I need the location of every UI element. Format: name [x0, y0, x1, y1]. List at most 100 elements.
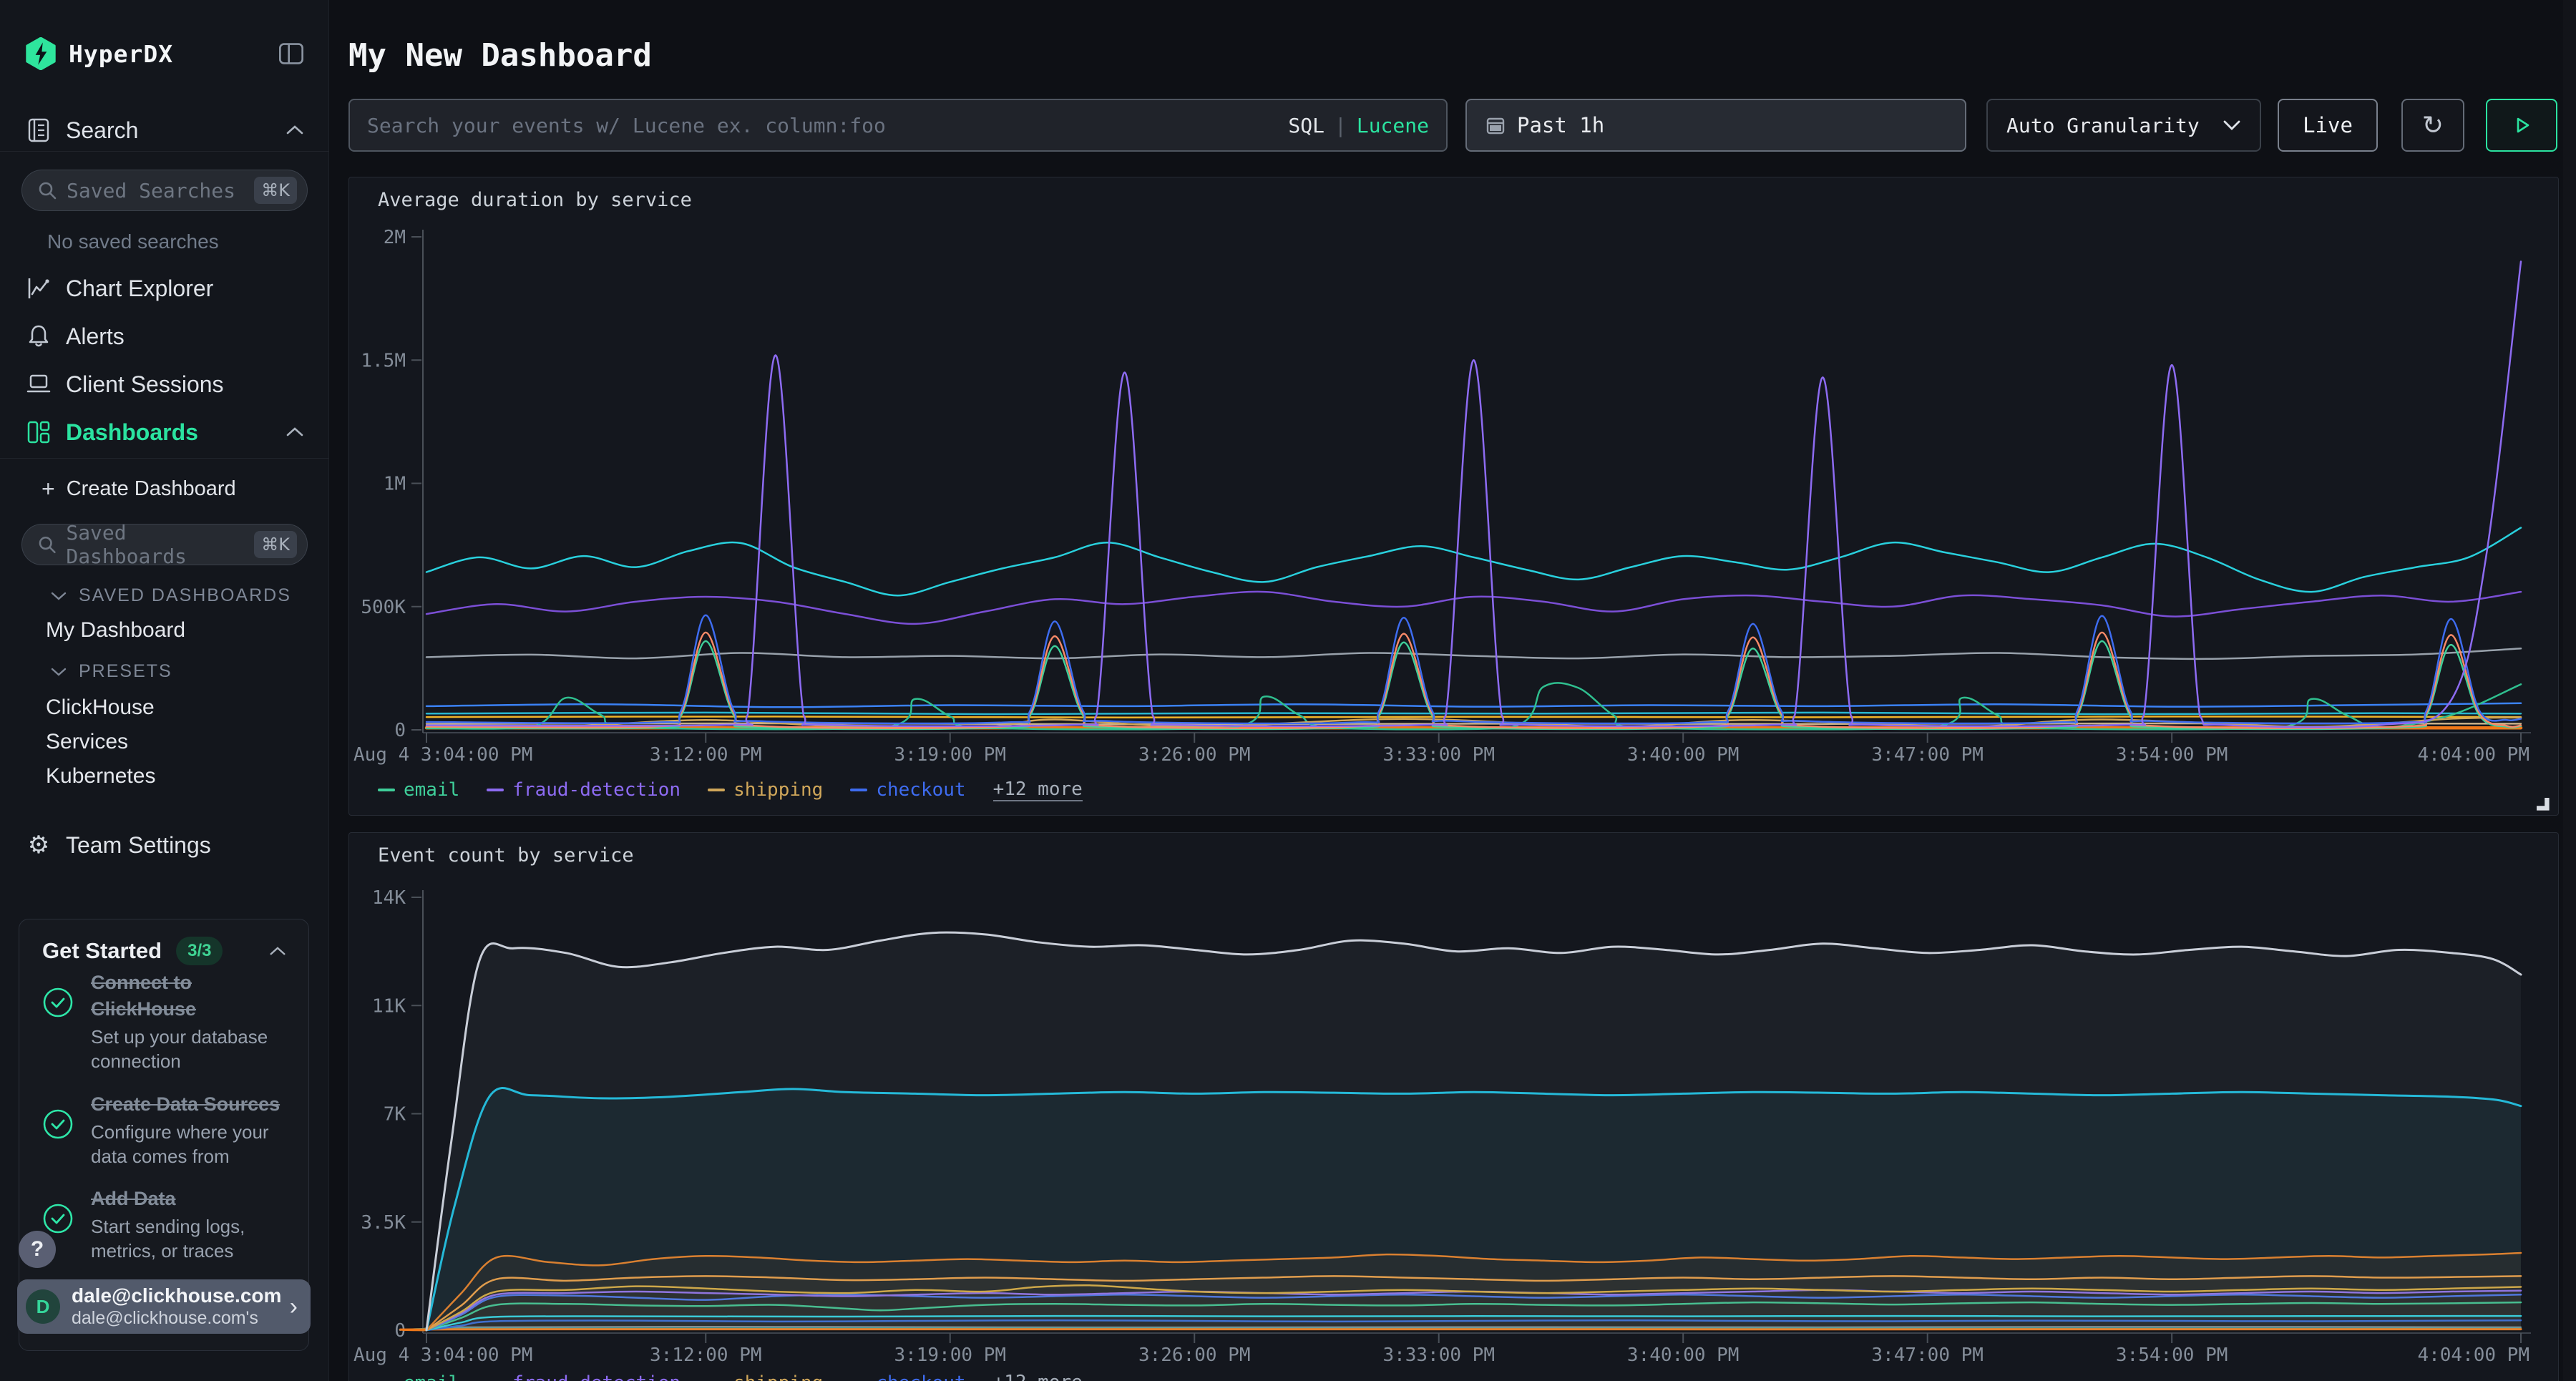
get-started-item-add-data[interactable]: Add Data Start sending logs, metrics, or… [42, 1186, 293, 1263]
get-started-item-connect[interactable]: Connect to ClickHouse Set up your databa… [42, 970, 293, 1073]
x-axis-tick-label: 3:19:00 PM [894, 744, 1006, 766]
shortcut-badge: ⌘K [254, 531, 297, 558]
gear-icon: ⚙ [26, 831, 52, 859]
sidebar-link-kubernetes[interactable]: Kubernetes [46, 764, 155, 789]
resize-handle-icon[interactable] [2534, 795, 2550, 811]
y-axis-tick-label: 500K [361, 597, 406, 618]
time-range-picker[interactable]: Past 1h [1465, 99, 1966, 152]
legend-dash-icon [708, 789, 725, 791]
chevron-down-icon [50, 666, 67, 678]
legend-dash-icon [850, 789, 867, 791]
legend-item-fraud-detection[interactable]: fraud-detection [487, 1372, 680, 1381]
legend-item-shipping[interactable]: shipping [708, 1372, 823, 1381]
x-axis-tick-label: Aug 4 3:04:00 PM [353, 1345, 532, 1366]
y-axis-tick-label: 0 [394, 1320, 406, 1342]
event-search-placeholder: Search your events w/ Lucene ex. column:… [367, 114, 886, 137]
live-button[interactable]: Live [2278, 99, 2378, 152]
check-circle-icon [42, 987, 75, 1073]
legend-item-shipping[interactable]: shipping [708, 779, 823, 801]
main-content: My New Dashboard Search your events w/ L… [330, 0, 2562, 1381]
search-section-icon [26, 117, 52, 143]
series-other-gold-flat [426, 716, 2521, 717]
legend-more-link[interactable]: +12 more [993, 1372, 1083, 1381]
create-dashboard-button[interactable]: + Create Dashboard [42, 476, 236, 502]
run-query-button[interactable] [2486, 99, 2557, 152]
get-started-header[interactable]: Get Started 3/3 [42, 937, 287, 965]
chevron-down-icon [2223, 119, 2241, 131]
series-other-cyan [426, 528, 2521, 596]
get-started-item-title: Connect to ClickHouse [91, 970, 293, 1023]
x-axis-tick-label: 4:04:00 PM [2417, 1345, 2529, 1366]
shortcut-badge: ⌘K [254, 177, 297, 204]
chevron-up-icon[interactable] [285, 426, 305, 439]
x-axis-tick-label: 3:19:00 PM [894, 1345, 1006, 1366]
sidebar-item-search[interactable]: Search [0, 109, 329, 151]
legend-label: checkout [876, 1372, 965, 1381]
chevron-up-icon[interactable] [285, 124, 305, 137]
sidebar-item-team-settings[interactable]: ⚙ Team Settings [0, 824, 329, 866]
chart-panel-average-duration: Average duration by service 0500K1M1.5M2… [348, 177, 2559, 816]
legend-label: email [404, 1372, 459, 1381]
sidebar-item-alerts[interactable]: Alerts [0, 316, 329, 357]
legend-item--12-more[interactable]: +12 more [993, 1372, 1083, 1381]
search-icon [38, 181, 57, 200]
legend-item-checkout[interactable]: checkout [850, 779, 965, 801]
sidebar-link-my-dashboard[interactable]: My Dashboard [46, 618, 185, 643]
chart-explorer-icon [26, 276, 52, 301]
legend-label: fraud-detection [512, 1372, 680, 1381]
legend-item--12-more[interactable]: +12 more [993, 779, 1083, 801]
chevron-up-icon[interactable] [268, 945, 287, 957]
sidebar-link-clickhouse[interactable]: ClickHouse [46, 696, 155, 720]
get-started-title: Get Started [42, 938, 162, 964]
help-button[interactable]: ? [19, 1231, 56, 1268]
refresh-icon: ↻ [2422, 111, 2444, 140]
saved-searches-placeholder: Saved Searches [67, 179, 235, 202]
x-axis-tick-label: 3:33:00 PM [1382, 1345, 1495, 1366]
y-axis-tick-label: 11K [372, 995, 406, 1017]
bell-icon [26, 324, 52, 348]
sidebar-item-client-sessions[interactable]: Client Sessions [0, 363, 329, 405]
legend-dash-icon [487, 789, 504, 791]
legend-item-email[interactable]: email [378, 1372, 459, 1381]
sidebar-link-services[interactable]: Services [46, 730, 128, 754]
sidebar-collapse-icon[interactable] [278, 40, 305, 67]
y-axis-tick-label: 14K [372, 887, 406, 909]
legend-label: checkout [876, 779, 965, 801]
series-other-purple [426, 592, 2521, 624]
granularity-select[interactable]: Auto Granularity [1986, 99, 2261, 152]
get-started-item-title: Create Data Sources [91, 1091, 293, 1118]
event-count-chart[interactable]: 03.5K7K11K14KAug 4 3:04:00 PM3:12:00 PM3… [349, 833, 2560, 1366]
x-axis-tick-label: 3:12:00 PM [650, 744, 762, 766]
dashboards-grid-icon [26, 420, 52, 444]
legend-item-email[interactable]: email [378, 779, 459, 801]
presets-section-header[interactable]: PRESETS [50, 661, 172, 682]
get-started-item-datasources[interactable]: Create Data Sources Configure where your… [42, 1091, 293, 1168]
chart-legend: email fraud-detection shipping checkout +12 … [378, 779, 1083, 801]
average-duration-chart[interactable]: 0500K1M1.5M2MAug 4 3:04:00 PM3:12:00 PM3… [349, 177, 2560, 771]
laptop-icon [26, 373, 52, 396]
legend-item-checkout[interactable]: checkout [850, 1372, 965, 1381]
time-range-value: Past 1h [1517, 113, 1604, 137]
get-started-item-desc: Set up your database connection [91, 1025, 293, 1073]
legend-item-fraud-detection[interactable]: fraud-detection [487, 779, 680, 801]
y-axis-tick-label: 7K [384, 1104, 406, 1126]
series-other-cyan-flat [426, 713, 2521, 714]
saved-dashboards-placeholder: Saved Dashboards [66, 521, 254, 568]
user-menu[interactable]: D dale@clickhouse.com dale@clickhouse.co… [17, 1279, 311, 1334]
sidebar-item-chart-explorer[interactable]: Chart Explorer [0, 268, 329, 309]
lucene-toggle[interactable]: Lucene [1357, 114, 1429, 137]
saved-dashboards-section-header[interactable]: SAVED DASHBOARDS [50, 585, 291, 606]
user-team: dale@clickhouse.com's [72, 1307, 281, 1329]
sql-toggle[interactable]: SQL [1288, 114, 1324, 137]
create-dashboard-label: Create Dashboard [67, 477, 236, 501]
legend-more-link[interactable]: +12 more [993, 779, 1083, 801]
saved-searches-input[interactable]: Saved Searches ⌘K [21, 170, 308, 211]
sidebar-item-dashboards[interactable]: Dashboards [0, 411, 329, 453]
x-axis-tick-label: 3:47:00 PM [1871, 744, 1984, 766]
refresh-button[interactable]: ↻ [2401, 99, 2464, 152]
x-axis-tick-label: 3:40:00 PM [1627, 1345, 1740, 1366]
vertical-scrollbar[interactable] [2563, 0, 2576, 1381]
saved-dashboards-input[interactable]: Saved Dashboards ⌘K [21, 524, 308, 565]
plus-icon: + [42, 476, 55, 502]
event-search-input[interactable]: Search your events w/ Lucene ex. column:… [348, 99, 1448, 152]
